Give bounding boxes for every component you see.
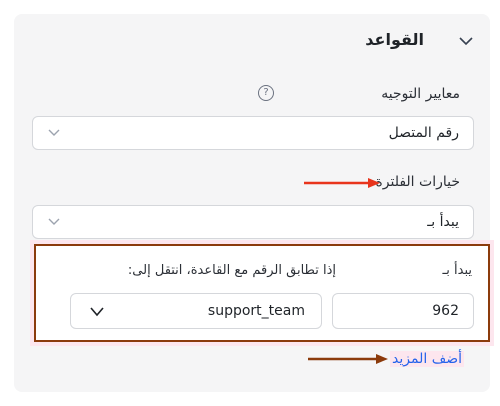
go-to-select[interactable]: support_team [70,293,322,329]
go-to-value: support_team [207,303,305,319]
filter-options-label: خيارات الفلترة [375,174,460,190]
starts-with-input[interactable]: 962 [332,293,474,329]
go-to-label: إذا تطابق الرقم مع القاعدة، انتقل إلى: [127,263,336,278]
brown-arrow-annotation [308,354,388,364]
chevron-down-icon [48,129,60,136]
filter-option-select[interactable]: يبدأ بـ [32,205,474,239]
chevron-down-icon [48,218,60,225]
red-arrow-annotation [304,178,380,188]
section-title: القواعد [365,30,424,49]
chevron-down-icon[interactable] [456,34,476,48]
starts-with-value: 962 [432,303,459,319]
starts-with-label: يبدأ بـ [442,263,472,278]
add-more-link[interactable]: أضف المزيد [390,351,464,367]
routing-criteria-label: معايير التوجيه [381,86,460,102]
filter-option-value: يبدأ بـ [427,214,459,230]
chevron-down-icon [90,307,104,317]
routing-criteria-value: رقم المتصل [388,125,459,141]
routing-criteria-select[interactable]: رقم المتصل [32,116,474,150]
help-icon[interactable]: ? [258,85,274,101]
